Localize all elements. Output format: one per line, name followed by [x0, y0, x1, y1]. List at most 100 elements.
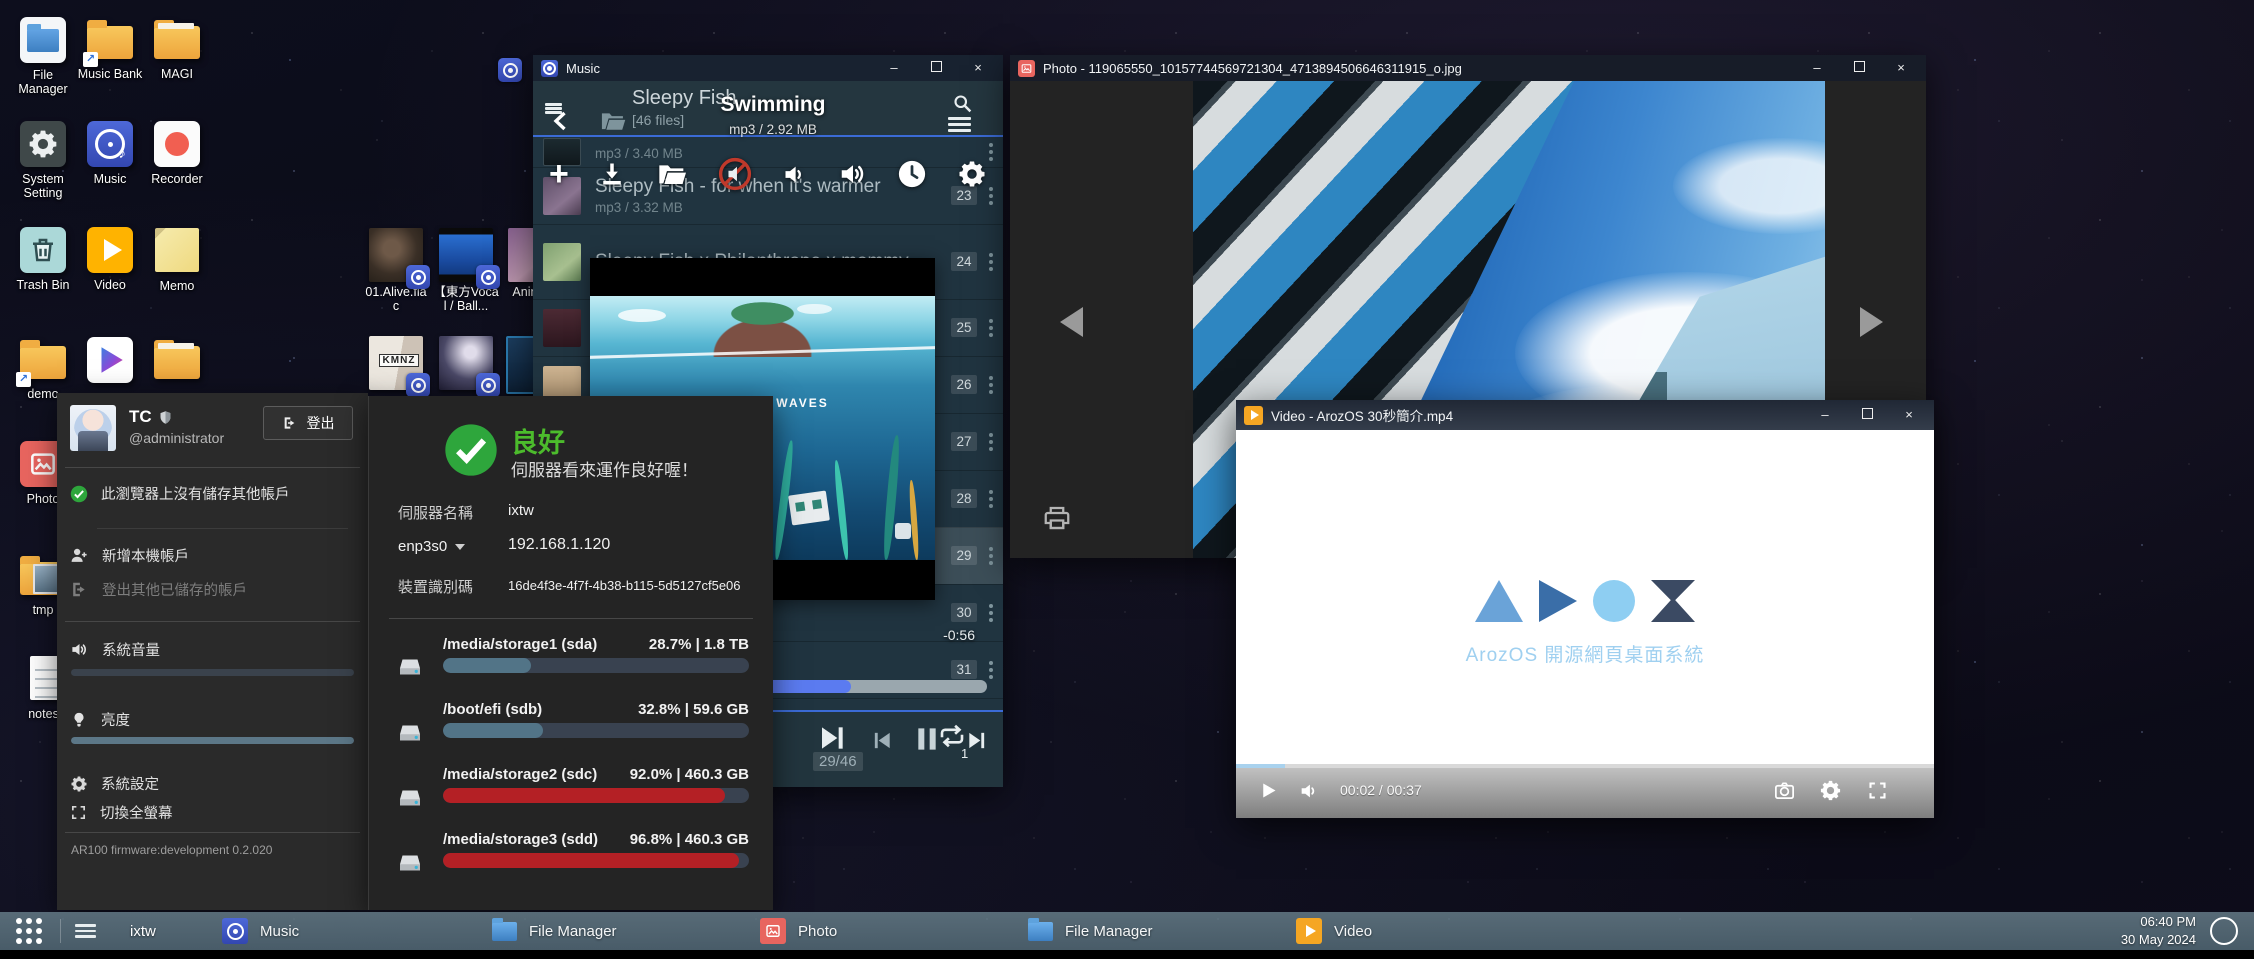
settings-gear-icon[interactable]: [957, 159, 987, 189]
play-icon[interactable]: [1258, 780, 1279, 801]
desktop-file-anime[interactable]: [433, 336, 499, 390]
volume-slider[interactable]: [71, 669, 354, 676]
add-icon[interactable]: +: [549, 159, 569, 189]
skip-previous-icon[interactable]: [871, 729, 894, 752]
skip-next-icon[interactable]: [816, 722, 848, 754]
music-window-titlebar[interactable]: Music – ×: [533, 55, 1003, 81]
taskbar-menu-icon[interactable]: [75, 924, 96, 938]
video-seek-bar[interactable]: [1236, 764, 1934, 768]
track-menu-icon[interactable]: [983, 490, 999, 508]
divider: [65, 467, 360, 468]
desktop-icon-trash-bin[interactable]: Trash Bin: [10, 226, 76, 292]
open-folder-icon[interactable]: [656, 158, 688, 190]
minimize-button[interactable]: –: [877, 55, 911, 81]
fullscreen-icon[interactable]: [1867, 780, 1888, 801]
maximize-button[interactable]: [919, 55, 953, 81]
divider: [60, 919, 61, 943]
track-menu-icon[interactable]: [983, 604, 999, 622]
window-title: Video - ArozOS 30秒簡介.mp4: [1271, 405, 1800, 425]
desktop-icon-demo[interactable]: ↗ demo: [10, 336, 76, 401]
desktop-file-touhou-vocal[interactable]: 【東方Vocal / Ball...: [433, 228, 499, 313]
desktop-icon-music-bank[interactable]: ↗ Music Bank: [77, 16, 143, 81]
music-app-badge-icon: [498, 58, 522, 82]
desktop-icon-label: Recorder: [144, 172, 210, 186]
maximize-button[interactable]: [1842, 55, 1876, 81]
taskbar-app-file-manager-1[interactable]: File Manager: [492, 922, 617, 941]
desktop-icon-player[interactable]: [77, 336, 143, 388]
desktop-icon-file-manager[interactable]: File Manager: [10, 16, 76, 97]
power-icon[interactable]: [2210, 917, 2238, 945]
back-icon[interactable]: [549, 109, 573, 133]
snapshot-camera-icon[interactable]: [1773, 779, 1796, 802]
system-settings-item[interactable]: 系統設定: [70, 773, 159, 794]
window-title: Music: [566, 61, 869, 76]
desktop-icon-folder[interactable]: [144, 336, 210, 387]
track-menu-icon[interactable]: [983, 253, 999, 271]
search-icon[interactable]: [952, 93, 973, 114]
music-app-badge-icon: [476, 373, 500, 397]
logout-button[interactable]: 登出: [263, 406, 353, 440]
previous-photo-arrow[interactable]: [1060, 307, 1083, 337]
track-number: 25: [951, 318, 977, 337]
settings-gear-icon[interactable]: [1819, 779, 1842, 802]
drive-icon: [395, 783, 425, 813]
history-clock-icon[interactable]: [897, 159, 927, 189]
volume-icon[interactable]: [1298, 780, 1320, 802]
taskbar-app-photo[interactable]: Photo: [760, 918, 837, 944]
volume-down-icon[interactable]: [781, 161, 808, 188]
app-launcher-grid-icon[interactable]: [16, 918, 42, 944]
taskbar-app-music[interactable]: Music: [222, 918, 299, 944]
minimize-button[interactable]: –: [1808, 402, 1842, 428]
ip-address: 192.168.1.120: [508, 536, 610, 554]
next-photo-arrow[interactable]: [1860, 307, 1883, 337]
desktop-icon-magi[interactable]: MAGI: [144, 16, 210, 81]
toggle-fullscreen-item[interactable]: 切換全螢幕: [70, 802, 173, 823]
divider: [389, 618, 753, 619]
track-menu-icon[interactable]: [983, 433, 999, 451]
desktop-icon-memo[interactable]: Memo: [144, 226, 210, 293]
desktop-icon-system-setting[interactable]: System Setting: [10, 120, 76, 201]
taskbar-app-video[interactable]: Video: [1296, 918, 1372, 944]
desktop-icon-music[interactable]: ♪ Music: [77, 120, 143, 186]
mute-icon[interactable]: [718, 157, 752, 191]
minimize-button[interactable]: –: [1800, 55, 1834, 81]
track-menu-icon[interactable]: [983, 376, 999, 394]
file-label: 01.Alive.flac: [363, 285, 429, 313]
close-button[interactable]: ×: [961, 55, 995, 81]
video-window-titlebar[interactable]: Video - ArozOS 30秒簡介.mp4 – ×: [1236, 400, 1934, 430]
recorder-icon: [153, 121, 201, 169]
video-canvas[interactable]: ArozOS 開源網頁桌面系統 00:02 / 00:37: [1236, 430, 1934, 818]
interface-select[interactable]: enp3s0: [398, 538, 465, 555]
photo-window-titlebar[interactable]: Photo - 119065550_10157744569721304_4713…: [1010, 55, 1926, 81]
logout-saved-accounts-item[interactable]: 登出其他已儲存的帳戶: [70, 579, 247, 600]
now-playing-title: Swimming: [593, 93, 953, 117]
close-button[interactable]: ×: [1892, 402, 1926, 428]
desktop-file-kmnz[interactable]: KMNZ: [363, 336, 429, 390]
print-icon[interactable]: [1042, 503, 1072, 533]
track-menu-icon[interactable]: [983, 661, 999, 679]
add-local-account-item[interactable]: 新增本機帳戶: [70, 545, 189, 566]
chevron-down-icon: [455, 544, 465, 550]
music-app-badge-icon: [406, 373, 430, 397]
speaker-icon: [70, 640, 89, 659]
desktop-icon-video[interactable]: Video: [77, 226, 143, 292]
gear-icon: [70, 775, 88, 793]
server-status-panel: 良好 伺服器看來運作良好喔！ 伺服器名稱 ixtw enp3s0 192.168…: [368, 396, 773, 910]
desktop-file-alive-flac[interactable]: 01.Alive.flac: [363, 228, 429, 313]
avatar[interactable]: [70, 405, 116, 451]
skip-next2-icon[interactable]: [965, 729, 988, 752]
logo-circle: [1593, 580, 1635, 622]
download-icon[interactable]: [598, 160, 626, 188]
close-button[interactable]: ×: [1884, 55, 1918, 81]
track-menu-icon[interactable]: [983, 319, 999, 337]
brightness-slider[interactable]: [71, 737, 354, 744]
maximize-button[interactable]: [1850, 402, 1884, 428]
folder-icon: [153, 16, 201, 64]
user-name-row: TC: [129, 407, 173, 427]
video-window: Video - ArozOS 30秒簡介.mp4 – × ArozOS 開源網頁…: [1236, 400, 1934, 818]
taskbar-app-file-manager-2[interactable]: File Manager: [1028, 922, 1153, 941]
volume-up-icon[interactable]: [838, 159, 868, 189]
server-name-value: ixtw: [508, 502, 534, 519]
desktop-icon-recorder[interactable]: Recorder: [144, 120, 210, 186]
track-menu-icon[interactable]: [983, 547, 999, 565]
